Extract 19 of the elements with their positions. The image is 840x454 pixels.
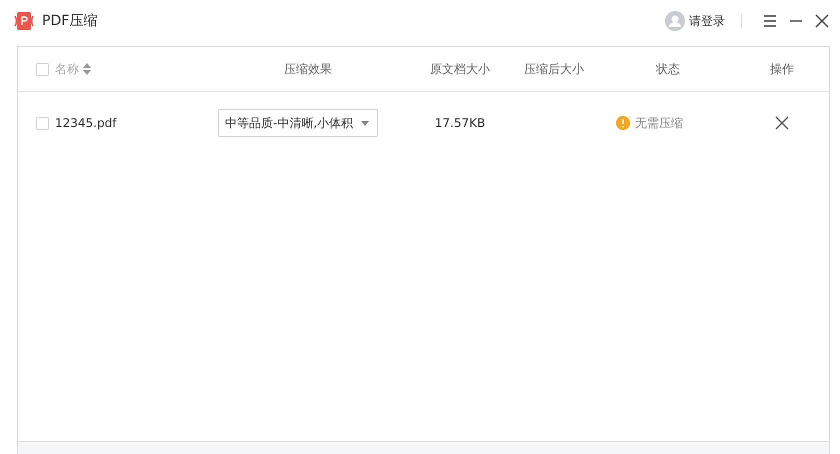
column-header: 压缩后大小 [524,60,584,78]
sort-icon[interactable] [83,63,91,75]
caret-icon [361,120,369,126]
avatar-icon [665,11,685,31]
file-name: 12345.pdf [55,116,116,130]
column-header: 状态 [656,60,680,78]
file-size: 17.57KB [434,116,486,130]
window-title: PDF压缩 [42,12,98,30]
column-header: 原文档大小 [430,60,490,78]
column-header: 操作 [770,60,794,78]
remove-icon[interactable] [775,116,789,130]
warning-icon [616,116,630,130]
status-text: 无需压缩 [635,114,683,132]
quality-dropdown[interactable]: 中等品质-中清晰,小体积 [218,109,378,137]
checkbox[interactable] [36,62,49,76]
app-logo-icon [14,11,34,31]
login-link[interactable]: 请登录 [665,11,725,31]
checkbox[interactable] [36,116,49,130]
column-header: 压缩效果 [284,60,332,78]
